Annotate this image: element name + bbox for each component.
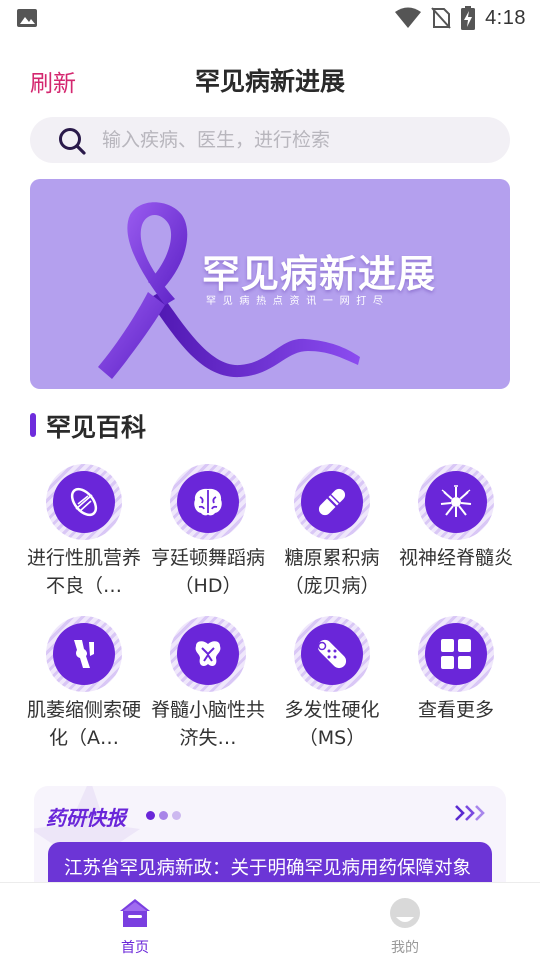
bottom-tab-bar: 首页 我的 — [0, 882, 540, 960]
tab-home-label: 首页 — [121, 940, 149, 956]
icon-ring — [294, 616, 370, 692]
status-bar: 4:18 — [0, 0, 540, 36]
tab-profile-label: 我的 — [391, 940, 419, 956]
carousel-dot-active — [146, 811, 155, 820]
disease-item-sca[interactable]: 脊髓小脑性共济失… — [146, 614, 270, 764]
banner-title: 罕见病新进展 — [202, 252, 437, 296]
icon-ring — [170, 616, 246, 692]
search-bar[interactable] — [30, 117, 510, 163]
muscle-icon — [70, 487, 98, 517]
disease-label: 多发性硬化（MS） — [284, 699, 380, 749]
disease-label: 亨廷顿舞蹈病（HD） — [150, 547, 265, 597]
carousel-dot — [159, 811, 168, 820]
home-icon — [120, 899, 150, 927]
disease-item-huntington[interactable]: 亨廷顿舞蹈病（HD） — [146, 462, 270, 612]
disease-item-nmo[interactable]: 视神经脊髓炎 — [394, 462, 518, 612]
section-title: 罕见百科 — [46, 413, 147, 442]
disease-label: 视神经脊髓炎 — [398, 547, 513, 569]
triple-chevron-icon[interactable] — [454, 802, 486, 824]
view-more-item[interactable]: 查看更多 — [394, 614, 518, 764]
carousel-dots — [146, 811, 186, 821]
icon-ring — [46, 464, 122, 540]
app-header: 刷新 罕见病新进展 — [0, 52, 540, 104]
disease-label: 进行性肌营养不良（… — [26, 547, 141, 597]
news-title: 药研快报 — [46, 806, 126, 830]
battery-charging-icon — [461, 6, 476, 30]
news-item-text: 江苏省罕见病新政：关于明确罕见病用药保障对象 — [64, 858, 472, 879]
icon-ring — [418, 616, 494, 692]
disease-item-glycogen-storage[interactable]: 糖原累积病（庞贝病） — [270, 462, 394, 612]
wifi-icon — [395, 7, 422, 28]
search-input[interactable] — [102, 123, 492, 157]
bandage-icon — [317, 639, 347, 669]
page-title: 罕见病新进展 — [194, 67, 345, 96]
search-icon — [59, 128, 86, 155]
carousel-dot — [172, 811, 181, 820]
gallery-icon — [17, 9, 37, 27]
section-accent-bar — [30, 413, 36, 437]
disease-label: 肌萎缩侧索硬化（A… — [26, 699, 141, 749]
no-sim-icon — [431, 7, 451, 29]
spine-icon — [195, 641, 221, 666]
grid-more-icon — [441, 639, 471, 669]
brain-icon — [194, 488, 222, 516]
icon-ring — [418, 464, 494, 540]
view-more-label: 查看更多 — [417, 699, 494, 721]
news-card: 药研快报 江苏省罕见病新政：关于明确罕见病用药保障对象 — [34, 786, 506, 896]
banner-subtitle: 罕见病热点资讯一网打尽 — [206, 296, 390, 307]
disease-label: 糖原累积病（庞贝病） — [284, 547, 380, 597]
status-time: 4:18 — [485, 6, 526, 29]
status-icons: 4:18 — [395, 6, 526, 30]
disease-item-muscular-dystrophy[interactable]: 进行性肌营养不良（… — [22, 462, 146, 612]
disease-item-als[interactable]: 肌萎缩侧索硬化（A… — [22, 614, 146, 764]
icon-ring — [46, 616, 122, 692]
joint-icon — [74, 640, 94, 668]
capsule-icon — [318, 488, 346, 516]
disease-label: 脊髓小脑性共济失… — [150, 699, 265, 749]
banner[interactable]: 罕见病新进展 罕见病热点资讯一网打尽 — [30, 179, 510, 389]
disease-item-ms[interactable]: 多发性硬化（MS） — [270, 614, 394, 764]
tab-profile[interactable]: 我的 — [345, 893, 465, 956]
tab-home[interactable]: 首页 — [75, 893, 195, 956]
neuron-icon — [440, 485, 472, 517]
profile-icon — [390, 898, 420, 928]
icon-ring — [294, 464, 370, 540]
icon-ring — [170, 464, 246, 540]
